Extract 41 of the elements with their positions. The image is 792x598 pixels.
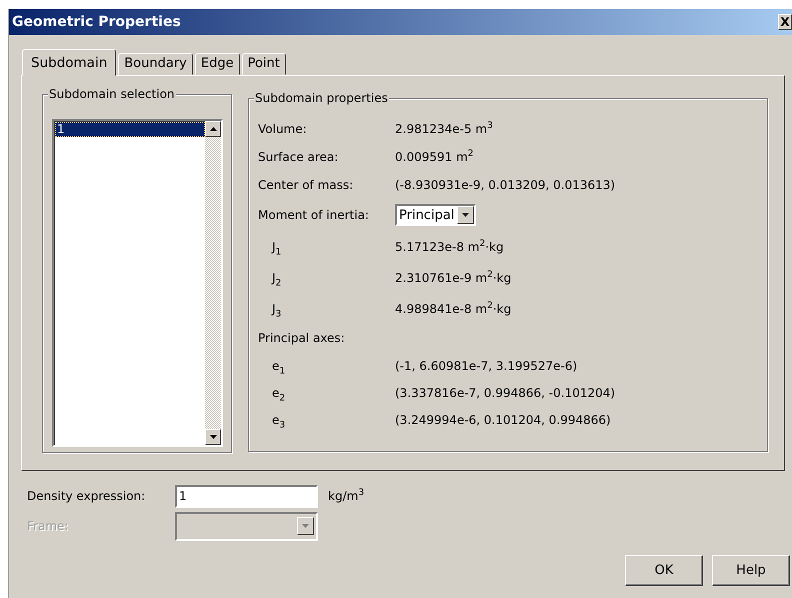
scroll-down-button[interactable] [205,429,221,445]
dialog-button[interactable]: Help [712,555,790,586]
up-arrow-icon [210,127,216,131]
property-value: (-1, 6.60981e-7, 3.199527e-6) [395,358,578,372]
property-label: e$_{1}$ [271,358,286,372]
property-label: Moment of inertia: [258,208,370,222]
property-value: 2.981234e-5 m$^{3}$ [395,122,493,136]
property-label: Volume: [258,122,308,136]
property-value: 5.17123e-8 m$^{2}$·kg [395,240,504,254]
property-value: (3.249994e-6, 0.101204, 0.994866) [395,412,611,426]
scroll-up-button[interactable] [205,121,221,137]
property-value: (-8.930931e-9, 0.013209, 0.013613) [395,178,616,192]
property-value: 4.989841e-8 m$^{2}$·kg [395,302,512,316]
property-value: 0.009591 m$^{2}$ [395,150,474,164]
tab[interactable]: Edge [194,53,240,75]
inertia-dropdown[interactable]: Principal [395,204,476,226]
group-title: Subdomain selection [49,87,175,101]
tab[interactable]: Boundary [118,53,193,75]
property-label: J$_{2}$ [270,270,282,284]
down-arrow-icon [210,435,216,439]
group-title: Subdomain properties [255,91,388,105]
dialog-button[interactable]: OK [625,555,703,586]
property-label: J$_{1}$ [270,240,282,254]
tab[interactable]: Point [242,53,286,75]
tab[interactable]: Subdomain [22,49,116,76]
property-label: e$_{3}$ [271,412,286,426]
density-label: Density expression: [27,489,146,503]
property-label: Principal axes: [258,331,345,345]
property-label: Surface area: [258,150,340,164]
density-unit: kg/m$^{3}$ [328,489,364,503]
list-item[interactable]: 1 [55,122,205,137]
close-button[interactable]: X [778,14,792,30]
property-label: J$_{3}$ [270,302,282,316]
property-value: 2.310761e-9 m$^{2}$·kg [395,270,512,284]
density-field[interactable]: 1 [175,484,318,508]
property-label: Center of mass: [258,178,354,192]
scrollbar[interactable] [205,121,221,445]
property-label: e$_{2}$ [271,386,286,400]
subdomain-list[interactable]: 1 [52,119,223,447]
window-title: Geometric Properties [12,14,181,30]
property-value: (3.337816e-7, 0.994866, -0.101204) [395,386,616,400]
